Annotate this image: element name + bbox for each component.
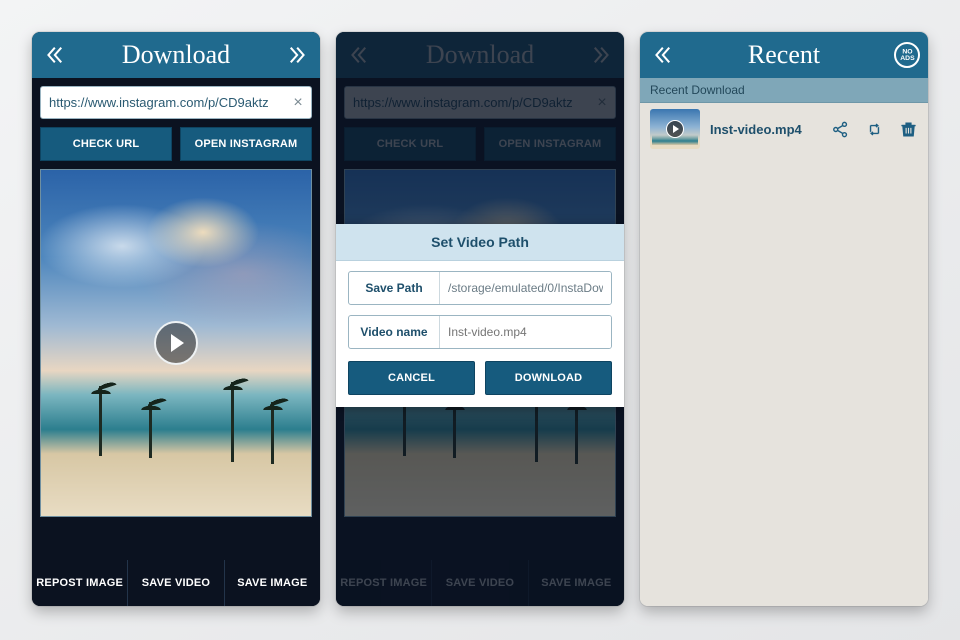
- screen-recent: Recent NOADS Recent Download Inst-video.…: [640, 32, 928, 606]
- palm-icon: [231, 382, 234, 462]
- save-video-button[interactable]: SAVE VIDEO: [128, 560, 224, 606]
- url-input-row: ×: [40, 86, 312, 119]
- play-icon[interactable]: [154, 321, 198, 365]
- dialog-button-row: CANCEL DOWNLOAD: [336, 349, 624, 407]
- file-name: Inst-video.mp4: [710, 122, 820, 137]
- play-icon: [666, 120, 684, 138]
- save-path-field: Save Path: [348, 271, 612, 305]
- palm-icon: [149, 402, 152, 458]
- header-title: Download: [32, 40, 320, 70]
- forward-icon[interactable]: [286, 42, 312, 68]
- back-icon[interactable]: [40, 42, 66, 68]
- palm-icon: [271, 402, 274, 464]
- save-image-button[interactable]: SAVE IMAGE: [225, 560, 320, 606]
- dialog-title: Set Video Path: [336, 224, 624, 261]
- video-name-label: Video name: [349, 316, 440, 348]
- repost-icon[interactable]: [864, 119, 884, 139]
- empty-space: [640, 155, 928, 606]
- item-actions: [830, 119, 918, 139]
- palm-icon: [99, 386, 102, 456]
- bottom-action-bar: REPOST IMAGE SAVE VIDEO SAVE IMAGE: [32, 560, 320, 606]
- app-header: Download: [32, 32, 320, 78]
- recent-item[interactable]: Inst-video.mp4: [640, 103, 928, 155]
- cancel-button[interactable]: CANCEL: [348, 361, 475, 395]
- clear-url-icon[interactable]: ×: [285, 87, 311, 118]
- thumbnail: [650, 109, 700, 149]
- header-title: Recent: [640, 40, 928, 70]
- download-button[interactable]: DOWNLOAD: [485, 361, 612, 395]
- app-header: Recent NOADS: [640, 32, 928, 78]
- repost-image-button[interactable]: REPOST IMAGE: [32, 560, 128, 606]
- url-input[interactable]: [41, 87, 285, 118]
- media-preview[interactable]: [40, 169, 312, 517]
- back-icon[interactable]: [648, 42, 674, 68]
- save-path-label: Save Path: [349, 272, 440, 304]
- screen-download: Download × CHECK URL OPEN INSTAGRAM REPO…: [32, 32, 320, 606]
- action-row: CHECK URL OPEN INSTAGRAM: [32, 127, 320, 169]
- screen-download-dialog: Download × CHECK URL OPEN INSTAGRAM REPO…: [336, 32, 624, 606]
- video-name-input[interactable]: [440, 316, 611, 348]
- section-header: Recent Download: [640, 78, 928, 103]
- video-name-field: Video name: [348, 315, 612, 349]
- set-video-path-dialog: Set Video Path Save Path Video name CANC…: [336, 224, 624, 407]
- check-url-button[interactable]: CHECK URL: [40, 127, 172, 161]
- open-instagram-button[interactable]: OPEN INSTAGRAM: [180, 127, 312, 161]
- share-icon[interactable]: [830, 119, 850, 139]
- no-ads-icon[interactable]: NOADS: [894, 42, 920, 68]
- save-path-input[interactable]: [440, 272, 611, 304]
- delete-icon[interactable]: [898, 119, 918, 139]
